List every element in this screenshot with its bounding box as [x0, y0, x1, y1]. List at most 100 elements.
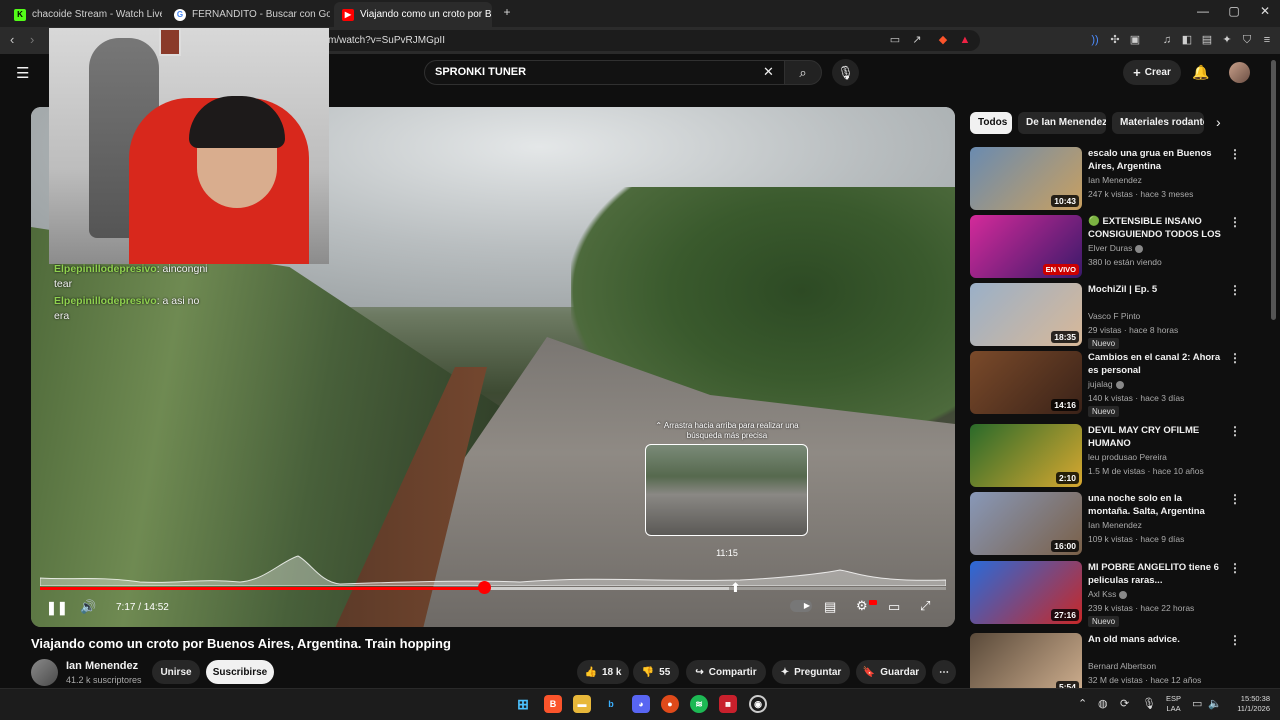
more-vert-icon[interactable]: ⋮ — [1229, 492, 1241, 506]
recommendation-item[interactable]: EN VIVO 🟢 EXTENSIBLE INSANO CONSIGUIENDO … — [970, 215, 1250, 279]
windows-start-icon[interactable]: ⊞ — [514, 695, 532, 713]
recommendation-channel[interactable]: Axl Kss — [1088, 589, 1128, 599]
system-clock[interactable]: 15:50:38 11/1/2026 — [1226, 694, 1270, 714]
recommendation-item[interactable]: 10:43 escalo una grua en Buenos Aires, Ar… — [970, 147, 1250, 211]
video-thumbnail[interactable]: 27:16 — [970, 561, 1082, 624]
more-vert-icon[interactable]: ⋮ — [1229, 147, 1241, 161]
dislike-button[interactable]: 👎 55 — [633, 660, 679, 684]
create-button[interactable]: + Crear — [1123, 60, 1181, 85]
more-vert-icon[interactable]: ⋮ — [1229, 633, 1241, 647]
brave-shields-icon[interactable]: ◆ — [936, 33, 950, 47]
recommendation-title[interactable]: escalo una grua en Buenos Aires, Argenti… — [1088, 147, 1226, 173]
leo-ai-icon[interactable]: ✦ — [1220, 33, 1234, 47]
video-thumbnail[interactable]: 10:43 — [970, 147, 1082, 210]
recommendation-channel[interactable]: Ian Menendez — [1088, 520, 1142, 530]
recommendation-channel[interactable]: Vasco F Pinto — [1088, 311, 1140, 321]
input-language[interactable]: ESP LAA — [1166, 694, 1181, 714]
steam-icon[interactable]: ◉ — [749, 695, 767, 713]
more-vert-icon[interactable]: ⋮ — [1229, 424, 1241, 438]
progress-scrubber-handle[interactable] — [478, 581, 491, 594]
chevron-right-icon[interactable]: › — [1216, 114, 1221, 130]
voice-search-button[interactable]: 🎙 — [832, 59, 859, 86]
back-icon[interactable]: ‹ — [10, 32, 14, 47]
theater-mode-icon[interactable]: ▭ — [888, 599, 900, 615]
tray-chevron-icon[interactable]: ⌃ — [1078, 697, 1087, 710]
ask-button[interactable]: ✦ Preguntar — [772, 660, 850, 684]
more-vert-icon[interactable]: ⋮ — [1229, 215, 1241, 229]
wallet-icon[interactable]: ▤ — [1200, 33, 1214, 47]
video-thumbnail[interactable]: 16:00 — [970, 492, 1082, 555]
recommendation-item[interactable]: 2:10 DEVIL MAY CRY OFILME HUMANO leu produ… — [970, 424, 1250, 488]
app-icon[interactable]: ▦ — [719, 695, 737, 713]
recommendation-channel[interactable]: leu produsao Pereira — [1088, 452, 1167, 462]
recommendation-channel[interactable]: Elver Duras — [1088, 243, 1144, 253]
browser-tab-youtube[interactable]: ▶ Viajando como un croto por B ✕ — [334, 2, 492, 27]
recommendation-title[interactable]: 🟢 EXTENSIBLE INSANO CONSIGUIENDO TODOS L… — [1088, 215, 1226, 242]
video-thumbnail[interactable]: 5:54 — [970, 633, 1082, 696]
minimize-icon[interactable]: — — [1188, 4, 1218, 18]
like-button[interactable]: 👍 18 k — [577, 660, 629, 684]
recommendation-item[interactable]: 18:35 MochiZil | Ep. 5 Vasco F Pinto 29 vis… — [970, 283, 1250, 349]
recommendation-title[interactable]: MI POBRE ANGELITO tiene 6 peliculas rara… — [1088, 561, 1226, 587]
recommendation-item[interactable]: 16:00 una noche solo en la montaña. Salta… — [970, 492, 1250, 556]
recommendation-channel[interactable]: Ian Menendez — [1088, 175, 1142, 185]
search-input[interactable]: SPRONKI TUNER — [424, 60, 788, 85]
more-vert-icon[interactable]: ⋮ — [1229, 283, 1241, 297]
new-tab-icon[interactable]: + — [492, 5, 522, 19]
browser-tab-kick[interactable]: K chacoide Stream - Watch Live on — [6, 2, 162, 27]
pause-icon[interactable]: ❚❚ — [46, 600, 68, 616]
hamburger-icon[interactable]: ☰ — [16, 64, 29, 82]
search-button[interactable]: ⌕ — [784, 60, 822, 85]
discord-icon[interactable]: ◕ — [632, 695, 650, 713]
share-button[interactable]: ↪ Compartir — [686, 660, 766, 684]
music-icon[interactable]: ♫ — [1160, 33, 1174, 47]
recommendation-title[interactable]: MochiZil | Ep. 5 — [1088, 283, 1226, 296]
audio-icon[interactable]: )) — [1088, 33, 1102, 47]
menu-icon[interactable]: ≡ — [1260, 33, 1274, 47]
video-thumbnail[interactable]: 2:10 — [970, 424, 1082, 487]
recommendation-item[interactable]: 27:16 MI POBRE ANGELITO tiene 6 peliculas… — [970, 561, 1250, 627]
extensions-icon[interactable]: ✣ — [1108, 33, 1122, 47]
recommendation-channel[interactable]: Bernard Albertson — [1088, 661, 1156, 671]
chip-channel[interactable]: De Ian Menendez — [1018, 112, 1106, 134]
bing-icon[interactable]: b — [602, 695, 620, 713]
autoplay-toggle[interactable]: ▶ — [790, 600, 812, 612]
tray-app-icon[interactable]: ◍ — [1098, 697, 1108, 710]
channel-avatar[interactable] — [31, 659, 58, 686]
page-scrollbar[interactable] — [1271, 60, 1276, 320]
url-field[interactable]: m/watch?v=SuPvRJMGpII — [290, 30, 980, 51]
obs-icon[interactable]: ● — [661, 695, 679, 713]
video-thumbnail[interactable]: 18:35 — [970, 283, 1082, 346]
recommendation-channel[interactable]: jujalag — [1088, 379, 1124, 389]
recommendation-title[interactable]: An old mans advice. — [1088, 633, 1226, 646]
sidebar-toggle-icon[interactable]: ◧ — [1180, 33, 1194, 47]
more-vert-icon[interactable]: ⋮ — [1229, 561, 1241, 575]
recommendation-title[interactable]: una noche solo en la montaña. Salta, Arg… — [1088, 492, 1226, 518]
video-thumbnail[interactable]: EN VIVO — [970, 215, 1082, 278]
tray-mic-icon[interactable]: 🎙 — [1142, 697, 1156, 710]
user-avatar[interactable] — [1229, 62, 1250, 83]
chip-todos[interactable]: Todos — [970, 112, 1012, 134]
recommendation-title[interactable]: DEVIL MAY CRY OFILME HUMANO — [1088, 424, 1226, 450]
screenshot-icon[interactable]: ▣ — [1128, 33, 1142, 47]
brave-browser-icon[interactable]: B — [544, 695, 562, 713]
video-thumbnail[interactable]: 14:16 — [970, 351, 1082, 414]
browser-tab-google[interactable]: G FERNANDITO - Buscar con Google — [166, 2, 330, 27]
more-vert-icon[interactable]: ⋮ — [1229, 351, 1241, 365]
file-explorer-icon[interactable]: ▬ — [573, 695, 591, 713]
clear-search-icon[interactable]: ✕ — [763, 64, 774, 80]
forward-icon[interactable]: › — [30, 32, 34, 47]
join-button[interactable]: Unirse — [152, 660, 200, 684]
channel-name[interactable]: Ian Menendez — [66, 660, 138, 672]
recommendation-item[interactable]: 14:16 Cambios en el canal 2: Ahora es per… — [970, 351, 1250, 417]
tray-network-icon[interactable]: ⟳ — [1120, 697, 1129, 710]
subscribe-button[interactable]: Suscribirse — [206, 660, 274, 684]
share-page-icon[interactable]: ↗ — [910, 33, 924, 47]
maximize-icon[interactable]: ▢ — [1219, 4, 1249, 18]
fullscreen-icon[interactable]: ⤢ — [920, 598, 930, 614]
volume-icon[interactable]: 🔊 — [80, 599, 96, 615]
volume-tray-icon[interactable]: 🔈 — [1208, 697, 1222, 710]
save-button[interactable]: 🔖 Guardar — [856, 660, 926, 684]
recommendation-title[interactable]: Cambios en el canal 2: Ahora es personal — [1088, 351, 1226, 377]
settings-gear-icon[interactable]: ⚙ — [856, 598, 868, 614]
